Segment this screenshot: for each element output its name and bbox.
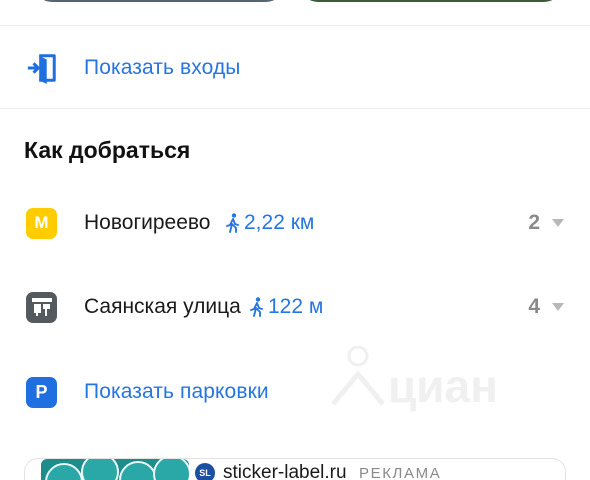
entrance-icon (26, 52, 58, 84)
divider (0, 25, 590, 26)
place-card: Показать входы Как добраться М Новогирее… (0, 0, 590, 480)
station-row-bus[interactable]: Саянская улица 122 м 4 (0, 287, 590, 327)
ad-card[interactable]: SL sticker-label.ru РЕКЛАМА (24, 458, 566, 480)
ad-logo: SL (195, 463, 215, 480)
show-entrances-button[interactable]: Показать входы (0, 46, 590, 90)
divider (0, 108, 590, 109)
photo-strip (0, 0, 590, 6)
station-name: Новогиреево (84, 211, 211, 234)
photo-thumbnail[interactable] (300, 0, 562, 2)
routes-count-value: 4 (528, 295, 540, 318)
show-entrances-label: Показать входы (84, 56, 241, 79)
walking-icon (226, 213, 239, 233)
routes-count-value: 2 (528, 211, 540, 234)
distance-value: 122 м (268, 295, 324, 318)
ad-image (41, 459, 189, 480)
station-name: Саянская улица (84, 295, 241, 318)
chevron-down-icon (552, 219, 564, 227)
ad-domain[interactable]: sticker-label.ru (223, 462, 347, 480)
metro-icon: М (26, 207, 57, 239)
distance-value: 2,22 км (244, 211, 315, 234)
photo-thumbnail[interactable] (34, 0, 284, 2)
walking-distance: 122 м (250, 295, 323, 319)
ad-label: РЕКЛАМА (359, 465, 442, 480)
routes-count[interactable]: 4 (528, 295, 564, 319)
walking-icon (250, 297, 263, 317)
show-parking-label: Показать парковки (84, 380, 269, 403)
chevron-down-icon (552, 303, 564, 311)
parking-icon: P (26, 376, 57, 408)
show-parking-button[interactable]: P Показать парковки (0, 372, 590, 412)
station-row-metro[interactable]: М Новогиреево 2,22 км 2 (0, 203, 590, 243)
section-title: Как добраться (24, 137, 191, 163)
routes-count[interactable]: 2 (528, 211, 564, 235)
walking-distance: 2,22 км (226, 211, 314, 235)
bus-stop-icon (26, 291, 57, 323)
